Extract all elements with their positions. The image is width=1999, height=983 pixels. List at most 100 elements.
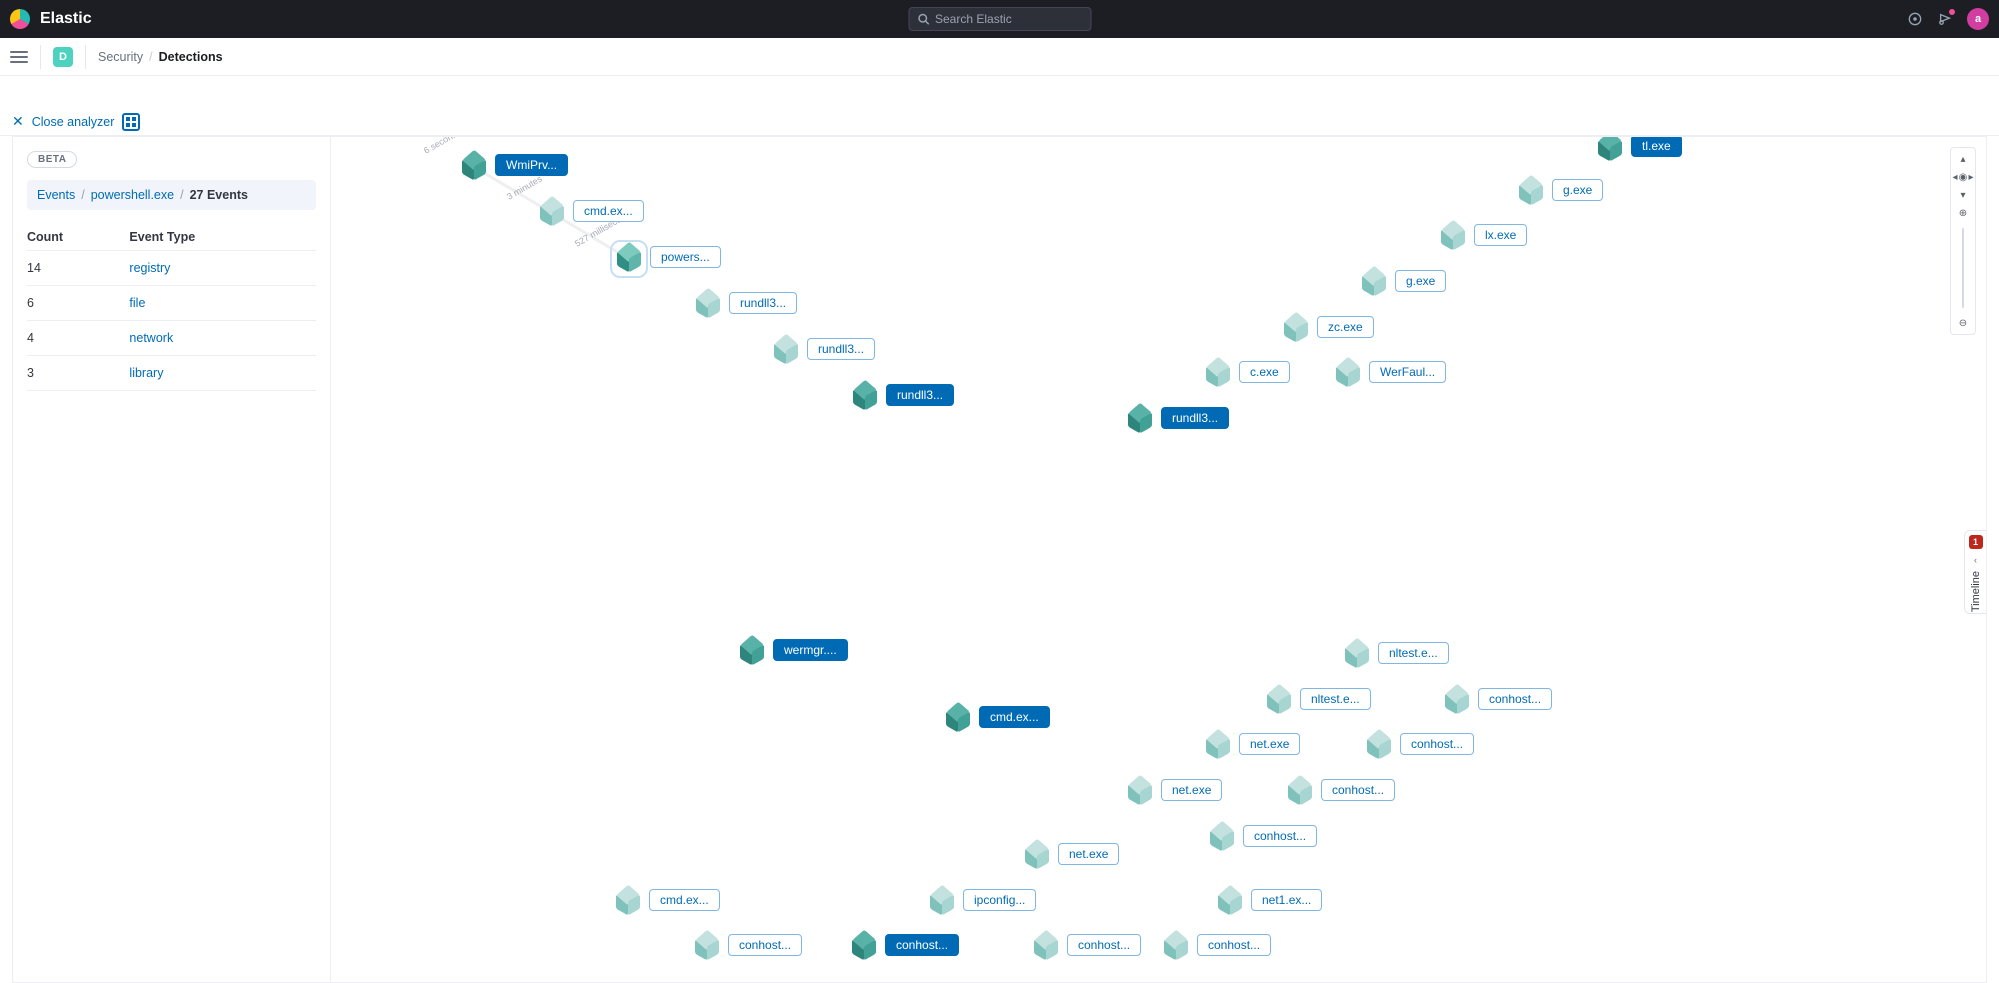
process-node[interactable]: cmd.ex... [539, 198, 644, 224]
search-icon [917, 13, 929, 25]
event-count-cell: 4 [27, 321, 129, 356]
process-label: net.exe [1239, 733, 1300, 755]
process-node[interactable]: rundll3... [695, 290, 797, 316]
process-label: rundll3... [807, 338, 875, 360]
process-node[interactable]: WerFaul... [1335, 359, 1446, 385]
cube-icon [773, 338, 799, 364]
process-node[interactable]: conhost... [694, 932, 802, 958]
layout-toggle-button[interactable] [122, 113, 140, 131]
timeline-flyout-toggle[interactable]: 1 ‹ Timeline [1964, 530, 1986, 614]
process-node[interactable]: g.exe [1361, 268, 1446, 294]
cube-icon [1440, 224, 1466, 250]
table-row: 3library [27, 356, 316, 391]
process-label: rundll3... [1161, 407, 1229, 429]
news-feed-icon[interactable] [1937, 11, 1953, 27]
breadcrumb-security[interactable]: Security [98, 50, 143, 64]
recenter-button[interactable]: ◉ [1959, 170, 1967, 184]
cube-icon [1335, 361, 1361, 387]
cube-icon [1597, 137, 1623, 161]
crumb-sep: / [180, 188, 183, 202]
cube-icon [1444, 688, 1470, 714]
user-avatar[interactable]: a [1967, 8, 1989, 30]
process-node[interactable]: conhost... [1444, 686, 1552, 712]
search-placeholder: Search Elastic [935, 12, 1012, 26]
process-node[interactable]: rundll3... [1127, 405, 1229, 431]
close-analyzer-link[interactable]: Close analyzer [32, 115, 115, 129]
process-node[interactable]: conhost... [1366, 731, 1474, 757]
process-node[interactable]: c.exe [1205, 359, 1290, 385]
process-node[interactable]: net.exe [1024, 841, 1119, 867]
close-icon[interactable]: ✕ [12, 113, 24, 130]
process-label: lx.exe [1474, 224, 1527, 246]
grid-icon [126, 117, 136, 127]
process-label: conhost... [728, 934, 802, 956]
pan-down-button[interactable]: ▾ [1954, 188, 1972, 202]
process-node[interactable]: lx.exe [1440, 222, 1527, 248]
process-node[interactable]: net.exe [1127, 777, 1222, 803]
event-type-link[interactable]: file [129, 286, 316, 321]
process-node[interactable]: WmiPrv... [461, 152, 568, 178]
pan-right-button[interactable]: ▸ [1967, 170, 1975, 184]
event-type-link[interactable]: library [129, 356, 316, 391]
process-node[interactable]: conhost... [1033, 932, 1141, 958]
zoom-slider[interactable] [1962, 228, 1964, 308]
process-node[interactable]: conhost... [851, 932, 959, 958]
cube-icon [739, 639, 765, 665]
process-label: net.exe [1058, 843, 1119, 865]
event-type-link[interactable]: registry [129, 251, 316, 286]
process-label: conhost... [1197, 934, 1271, 956]
zoom-out-button[interactable]: ⊖ [1954, 316, 1972, 330]
process-tree-canvas[interactable]: 6 seconds3 minutes527 milliseco...4 seco… [331, 137, 1986, 982]
cube-icon [616, 246, 642, 272]
space-selector[interactable]: D [53, 47, 73, 67]
process-node[interactable]: rundll3... [852, 382, 954, 408]
cube-icon [1127, 779, 1153, 805]
help-icon[interactable] [1907, 11, 1923, 27]
process-node[interactable]: rundll3... [773, 336, 875, 362]
process-node[interactable]: ipconfig... [929, 887, 1036, 913]
process-node[interactable]: tl.exe [1597, 137, 1682, 159]
process-node[interactable]: net.exe [1205, 731, 1300, 757]
process-node[interactable]: nltest.e... [1266, 686, 1371, 712]
breadcrumb-detections: Detections [159, 50, 223, 64]
cube-icon [1163, 934, 1189, 960]
crumb-events-link[interactable]: Events [37, 188, 75, 202]
process-node[interactable]: g.exe [1518, 177, 1603, 203]
process-node[interactable]: zc.exe [1283, 314, 1374, 340]
process-node[interactable]: cmd.ex... [945, 704, 1050, 730]
process-label: cmd.ex... [649, 889, 720, 911]
process-label: g.exe [1395, 270, 1446, 292]
notification-dot-icon [1949, 9, 1955, 15]
event-count-cell: 14 [27, 251, 129, 286]
process-label: net.exe [1161, 779, 1222, 801]
global-search-input[interactable]: Search Elastic [908, 7, 1091, 31]
process-node[interactable]: conhost... [1209, 823, 1317, 849]
event-type-link[interactable]: network [129, 321, 316, 356]
zoom-in-button[interactable]: ⊕ [1954, 206, 1972, 220]
breadcrumb-sep: / [149, 50, 152, 64]
cube-icon [852, 384, 878, 410]
process-node[interactable]: conhost... [1163, 932, 1271, 958]
process-label: conhost... [885, 934, 959, 956]
process-label: conhost... [1400, 733, 1474, 755]
nav-toggle-button[interactable] [10, 48, 28, 66]
pan-up-button[interactable]: ▴ [1954, 152, 1972, 166]
timeline-label: Timeline [1970, 571, 1982, 612]
cube-icon [1518, 179, 1544, 205]
process-node[interactable]: conhost... [1287, 777, 1395, 803]
edge-timing-label: 6 seconds [422, 137, 463, 156]
elastic-logo-icon [10, 9, 30, 29]
process-label: net1.ex... [1251, 889, 1322, 911]
process-node[interactable]: net1.ex... [1217, 887, 1322, 913]
cube-icon [1024, 843, 1050, 869]
cube-icon [929, 889, 955, 915]
process-node[interactable]: wermgr.... [739, 637, 848, 663]
brand-name: Elastic [40, 10, 92, 28]
crumb-process-link[interactable]: powershell.exe [91, 188, 174, 202]
process-node[interactable]: powers... [616, 244, 721, 270]
process-label: WmiPrv... [495, 154, 568, 176]
process-node[interactable]: nltest.e... [1344, 640, 1449, 666]
cube-icon [1205, 361, 1231, 387]
process-node[interactable]: cmd.ex... [615, 887, 720, 913]
sub-header: D Security / Detections [0, 38, 1999, 76]
